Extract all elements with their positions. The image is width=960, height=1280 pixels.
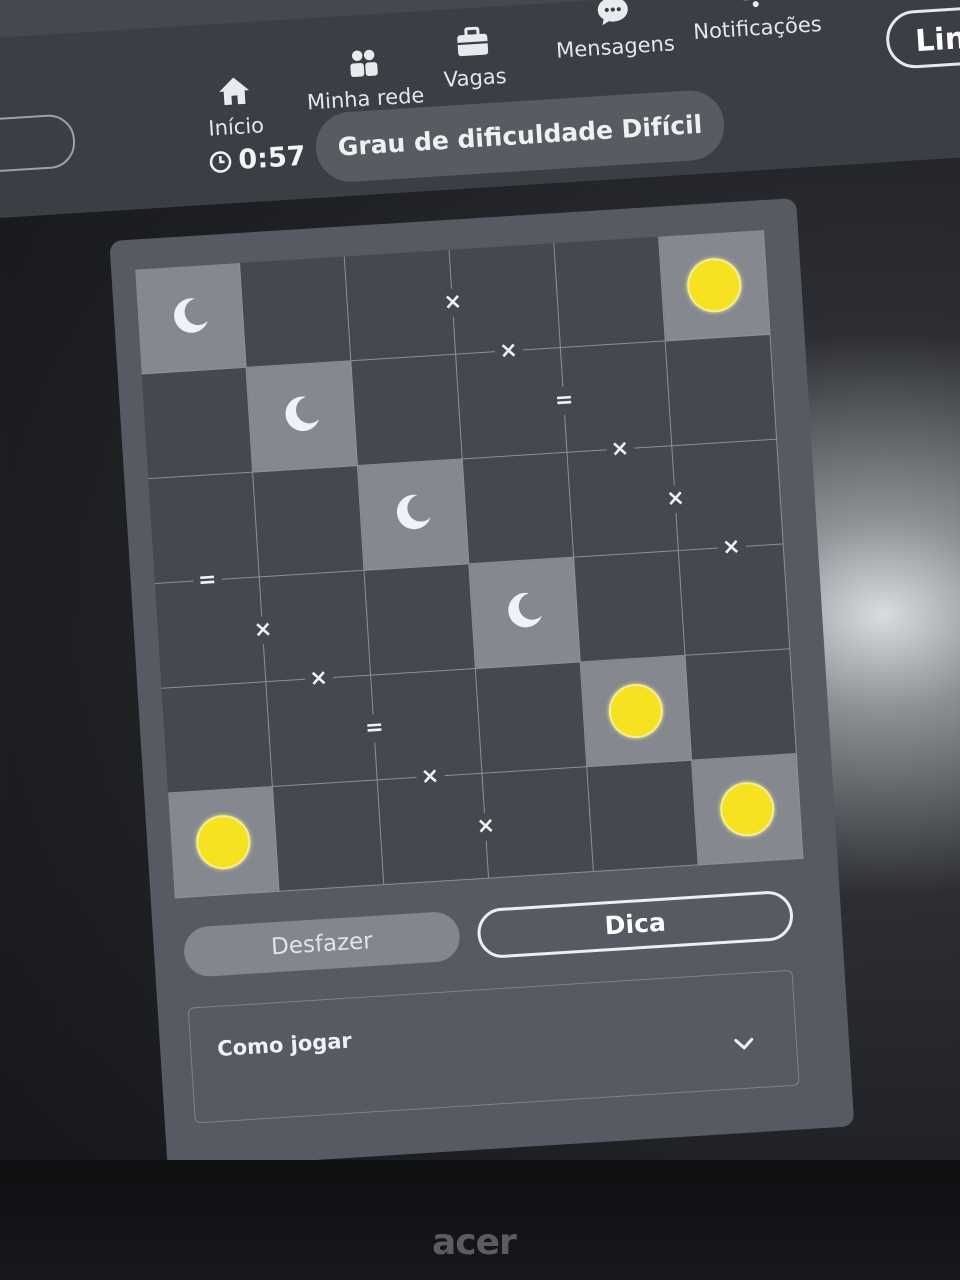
messages-icon [598,0,629,26]
board-cell[interactable] [272,780,385,892]
equal-constraint: = [549,385,580,416]
nav-item-jobs[interactable]: Vagas [440,22,507,92]
nav-item-network[interactable]: Minha rede [304,41,425,114]
search-input[interactable] [0,113,77,177]
nav-item-home[interactable]: Início [205,71,265,141]
moon-icon [500,586,549,639]
board-cell[interactable] [246,361,358,473]
moon-icon [277,390,326,443]
board-cell[interactable] [580,655,693,768]
board-cell[interactable] [469,557,581,669]
nav-home-label: Início [207,113,265,141]
clock-icon [209,150,232,173]
opposite-constraint: × [437,287,468,318]
screen: Início Minha rede Vagas Mensagens Notifi… [0,0,960,1170]
how-to-play-label: Como jogar [216,1028,353,1061]
briefcase-icon [457,26,489,57]
top-navbar: Início Minha rede Vagas Mensagens Notifi… [0,0,960,220]
how-to-play-accordion[interactable]: Como jogar [187,969,800,1124]
sun-icon [194,813,252,871]
opposite-constraint: × [493,336,524,367]
nav-jobs-label: Vagas [443,63,508,92]
sun-icon [607,682,665,740]
opposite-constraint: × [303,664,334,694]
equal-constraint: = [359,713,390,743]
nav-messages-label: Mensagens [555,31,676,63]
monitor-brand-logo: acer [432,1222,517,1263]
moon-icon [389,488,438,541]
board-cell[interactable] [253,465,365,578]
board-cell[interactable] [168,786,280,899]
board-cell[interactable] [141,367,254,480]
home-icon [218,77,249,106]
timer-value: 0:57 [237,140,307,176]
board-cell[interactable] [659,230,771,342]
nav-item-messages[interactable]: Mensagens [553,0,676,63]
moon-icon [166,292,215,345]
puzzle-board: × × = × × × = × × = × × [135,230,804,899]
equal-constraint: = [192,565,223,596]
board-cell[interactable] [587,760,699,872]
bell-icon [743,0,768,8]
board-cell[interactable] [161,682,273,794]
premium-button[interactable]: Lin [884,3,960,70]
board-cell[interactable] [692,753,804,866]
board-cell[interactable] [351,354,463,466]
opposite-constraint: × [605,434,635,465]
board-cell[interactable] [685,649,797,761]
board-cell[interactable] [364,564,476,676]
opposite-constraint: × [248,614,278,645]
hint-button[interactable]: Dica [476,889,795,960]
game-timer: 0:57 [208,141,307,178]
opposite-constraint: × [660,483,691,514]
board-cell[interactable] [554,236,666,349]
network-icon [350,49,378,77]
board-cell[interactable] [239,256,352,368]
board-cell[interactable] [357,459,470,571]
game-panel: × × = × × × = × × = × × Desfazer Dica Como jogar [109,197,855,1170]
sun-icon [718,780,776,838]
sun-icon [685,256,743,314]
board-cell[interactable] [574,551,686,663]
board-cell[interactable] [665,334,778,447]
board-cell[interactable] [462,452,575,565]
opposite-constraint: × [716,532,747,563]
nav-notifications-label: Notificações [692,12,823,45]
board-cell[interactable] [475,662,588,774]
opposite-constraint: × [415,762,445,792]
opposite-constraint: × [470,811,501,842]
nav-item-notifications[interactable]: Notificações [690,0,822,44]
board-cell[interactable] [135,262,247,375]
chevron-down-icon [734,1037,754,1050]
undo-button[interactable]: Desfazer [182,910,462,978]
